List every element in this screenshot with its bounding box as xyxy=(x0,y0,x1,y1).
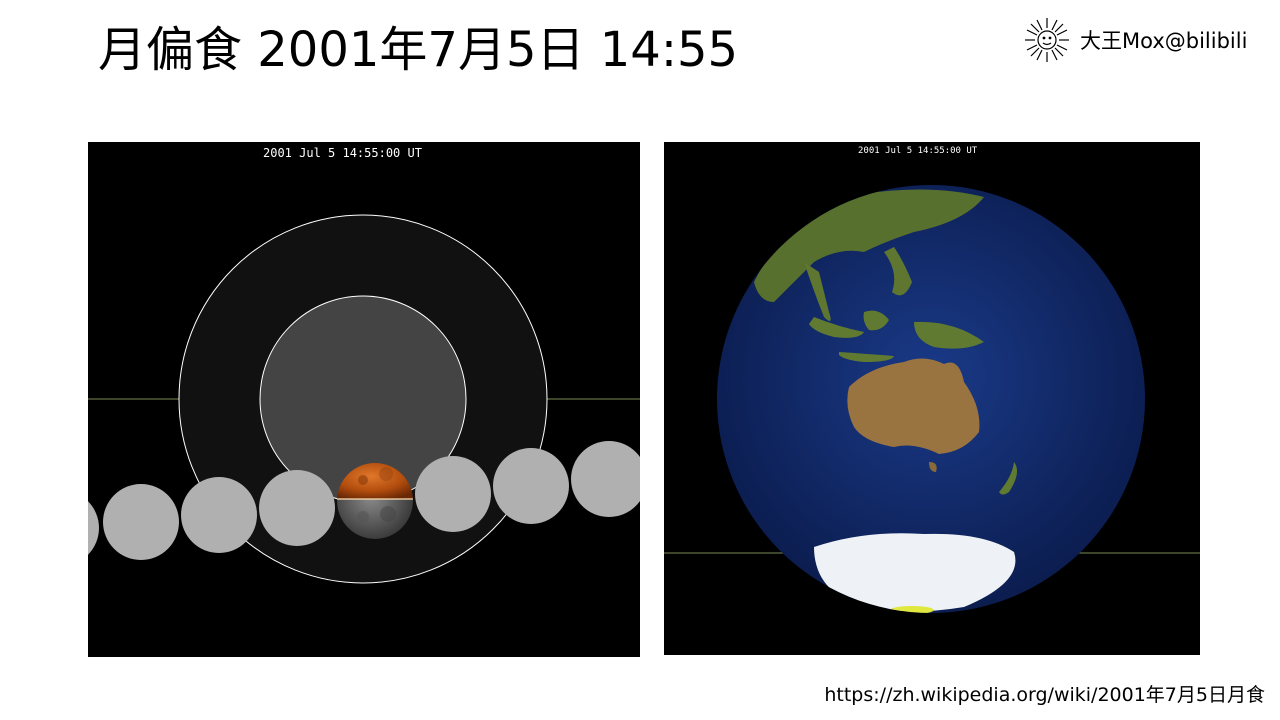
moon-position xyxy=(259,470,335,546)
moon-position xyxy=(415,456,491,532)
sunlit-edge xyxy=(890,606,934,613)
sun-face-icon xyxy=(1025,18,1069,62)
page-title: 月偏食 2001年7月5日 14:55 xyxy=(98,22,739,78)
eclipse-diagram: 2001 Jul 5 14:55:00 UT xyxy=(88,142,640,657)
timestamp-label: 2001 Jul 5 14:55:00 UT xyxy=(858,146,978,156)
author-badge: 大王Mox@bilibili xyxy=(1024,16,1247,64)
source-url[interactable]: https://zh.wikipedia.org/wiki/2001年7月5日月… xyxy=(824,680,1265,707)
moon-position xyxy=(181,477,257,553)
moon-position xyxy=(493,448,569,524)
author-name: 大王Mox@bilibili xyxy=(1080,29,1248,53)
eclipse-diagram-svg: 2001 Jul 5 14:55:00 UT xyxy=(88,146,640,584)
moon-position xyxy=(103,484,179,560)
earth-view: 2001 Jul 5 14:55:00 UT xyxy=(664,142,1200,655)
moon-position xyxy=(571,441,640,517)
timestamp-label: 2001 Jul 5 14:55:00 UT xyxy=(263,146,422,160)
moon-position xyxy=(88,501,99,555)
earth-view-svg: 2001 Jul 5 14:55:00 UT xyxy=(664,146,1200,613)
